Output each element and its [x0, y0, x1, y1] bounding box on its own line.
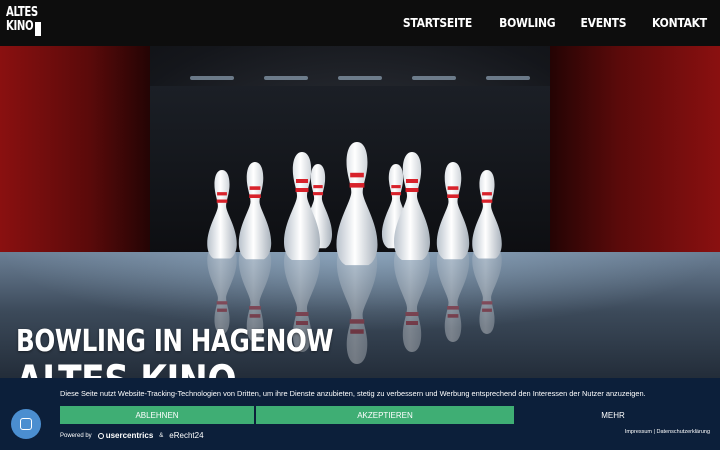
decline-button[interactable]: ABLEHNEN	[60, 406, 254, 424]
usercentrics-label: usercentrics	[105, 431, 154, 440]
accept-button[interactable]: AKZEPTIEREN	[256, 406, 514, 424]
nav-events[interactable]: EVENTS	[581, 16, 627, 30]
powered-ampersand: &	[159, 432, 164, 439]
logo-line-2: KINO	[6, 19, 34, 34]
nav-kontakt[interactable]: KONTAKT	[652, 16, 707, 30]
logo-mark-icon	[35, 22, 41, 36]
cookie-consent-text: Diese Seite nutzt Website-Tracking-Techn…	[60, 389, 646, 398]
powered-by-label: Powered by	[60, 432, 92, 439]
fingerprint-icon	[20, 418, 32, 430]
altes-kino-logo[interactable]: ALTES KINO	[6, 6, 42, 40]
privacy-settings-button[interactable]	[11, 409, 41, 439]
nav-bowling[interactable]: BOWLING	[499, 16, 556, 30]
logo-line-1: ALTES	[6, 5, 38, 20]
usercentrics-logo-icon	[97, 432, 104, 439]
legal-links[interactable]: Impressum | Datenschutzerklärung	[625, 429, 710, 435]
site-header: ALTES KINO STARTSEITE BOWLING EVENTS KON…	[0, 0, 720, 46]
cookie-consent-banner: Diese Seite nutzt Website-Tracking-Techn…	[0, 378, 720, 450]
hero-title: BOWLING IN HAGENOW	[16, 324, 334, 359]
powered-by: Powered by usercentrics & eRecht24	[60, 431, 204, 440]
nav-startseite[interactable]: STARTSEITE	[403, 16, 472, 30]
erecht24-logo[interactable]: eRecht24	[169, 431, 203, 440]
main-nav: STARTSEITE BOWLING EVENTS KONTAKT	[399, 16, 710, 30]
more-button[interactable]: MEHR	[514, 406, 712, 424]
usercentrics-logo[interactable]: usercentrics	[97, 431, 154, 440]
